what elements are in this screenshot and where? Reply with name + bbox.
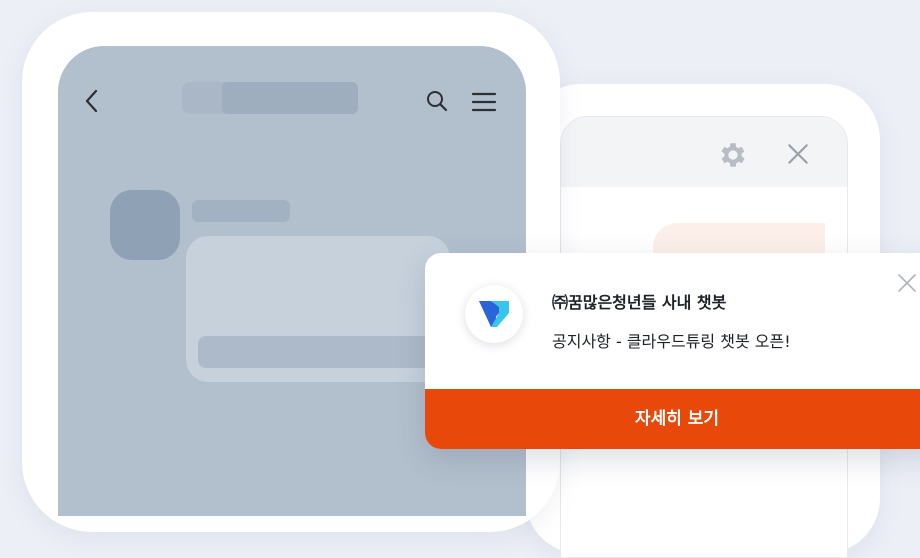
view-details-button[interactable]: 자세히 보기	[425, 389, 920, 449]
menu-icon[interactable]	[471, 92, 497, 112]
avatar-placeholder	[110, 190, 180, 260]
cloud-turing-logo-icon	[465, 285, 523, 343]
gear-icon[interactable]	[717, 139, 749, 171]
title-placeholder-highlight	[222, 82, 358, 114]
notification-toast[interactable]: ㈜꿈많은청년들 사내 챗봇 공지사항 - 클라우드튜링 챗봇 오픈! 자세히 보…	[425, 253, 920, 449]
notification-title: ㈜꿈많은청년들 사내 챗봇	[552, 293, 727, 312]
search-icon[interactable]	[425, 89, 449, 113]
message-line-placeholder	[198, 336, 438, 368]
notification-message: 공지사항 - 클라우드튜링 챗봇 오픈!	[552, 332, 791, 351]
chat-settings-bar	[561, 117, 847, 187]
close-icon[interactable]	[785, 141, 811, 167]
sender-name-placeholder	[192, 200, 290, 222]
view-details-label: 자세히 보기	[634, 409, 720, 429]
back-arrow-icon[interactable]	[82, 88, 102, 114]
close-icon[interactable]	[895, 271, 919, 295]
message-card-placeholder	[186, 236, 450, 382]
